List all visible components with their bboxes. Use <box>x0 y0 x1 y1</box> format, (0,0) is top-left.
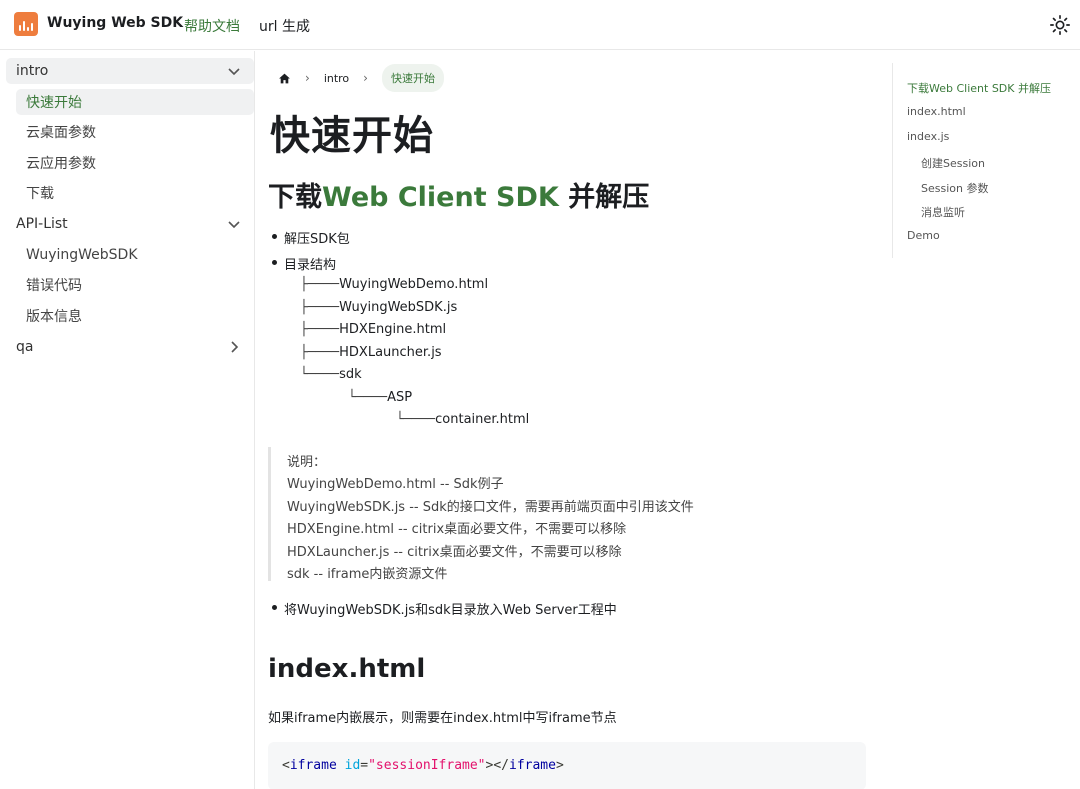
note-line: sdk -- iframe内嵌资源文件 <box>287 567 448 582</box>
chevron-down-icon[interactable] <box>226 63 242 79</box>
list-item: 将WuyingWebSDK.js和sdk目录放入Web Server工程中 <box>272 599 617 618</box>
nav-link-docs[interactable]: 帮助文档 <box>184 16 240 36</box>
sidebar-item-download[interactable]: 下载 <box>16 180 254 206</box>
toc-item[interactable]: Session 参数 <box>921 180 988 196</box>
list-item: 解压SDK包 <box>272 228 350 247</box>
sidebar-item-version-info[interactable]: 版本信息 <box>16 303 254 329</box>
section-title-prefix: 下载 <box>268 182 322 213</box>
note-line: WuyingWebDemo.html -- Sdk例子 <box>287 477 504 492</box>
tree-item: ├────WuyingWebSDK.js <box>300 300 458 315</box>
chevron-down-icon[interactable] <box>226 216 242 232</box>
section-title-suffix: 并解压 <box>558 182 650 213</box>
sidebar-item-quickstart[interactable]: 快速开始 <box>16 89 254 115</box>
chevron-right-icon: › <box>363 71 368 85</box>
note-line: WuyingWebSDK.js -- Sdk的接口文件，需要再前端页面中引用该文… <box>287 500 694 515</box>
tree-item: ├────WuyingWebDemo.html <box>300 277 489 292</box>
brand-title[interactable]: Wuying Web SDK <box>47 15 183 31</box>
section-title-download: 下载Web Client SDK 并解压 <box>268 175 649 214</box>
home-icon[interactable] <box>278 72 291 85</box>
sidebar: intro 快速开始 云桌面参数 云应用参数 下载 API-List Wuyin… <box>0 51 255 789</box>
sidebar-item-app-params[interactable]: 云应用参数 <box>16 150 254 176</box>
tree-item: └────ASP <box>348 390 413 405</box>
nav-link-url-generator[interactable]: url 生成 <box>259 16 310 36</box>
note-line: 说明： <box>287 455 327 470</box>
tree-item: ├────HDXEngine.html <box>300 322 447 337</box>
section-title-index-html: index.html <box>268 654 426 684</box>
note-line: HDXLauncher.js -- citrix桌面必要文件，不需要可以移除 <box>287 545 622 560</box>
sun-icon[interactable] <box>1049 14 1071 36</box>
toc-item[interactable]: Demo <box>907 229 940 242</box>
sidebar-category-qa[interactable]: qa <box>6 334 254 360</box>
breadcrumb-item-intro[interactable]: intro <box>324 72 349 85</box>
page-title: 快速开始 <box>270 113 434 159</box>
breadcrumb: › intro › 快速开始 <box>278 64 444 92</box>
toc-item[interactable]: 下载Web Client SDK 并解压 <box>907 80 1051 96</box>
toc-item[interactable]: index.html <box>907 105 966 118</box>
sidebar-item-error-codes[interactable]: 错误代码 <box>16 272 254 298</box>
sidebar-category-intro[interactable]: intro <box>6 58 254 84</box>
chevron-right-icon: › <box>305 71 310 85</box>
section-title-link[interactable]: Web Client SDK <box>322 182 559 213</box>
toc-item[interactable]: 消息监听 <box>921 204 965 220</box>
tree-item: └────container.html <box>396 412 530 427</box>
code-block[interactable]: <iframe id="sessionIframe"></iframe> <box>268 742 866 789</box>
paragraph: 如果iframe内嵌展示，则需要在index.html中写iframe节点 <box>268 711 617 726</box>
tree-item: ├────HDXLauncher.js <box>300 345 442 360</box>
toc-item[interactable]: 创建Session <box>921 155 985 171</box>
list-item: 目录结构 <box>271 254 336 273</box>
sidebar-category-api-list[interactable]: API-List <box>6 211 254 237</box>
top-navbar: Wuying Web SDK 帮助文档 url 生成 <box>0 0 1080 50</box>
breadcrumb-item-current: 快速开始 <box>381 64 444 92</box>
note-line: HDXEngine.html -- citrix桌面必要文件，不需要可以移除 <box>287 522 627 537</box>
sidebar-item-desktop-params[interactable]: 云桌面参数 <box>16 119 254 145</box>
chevron-right-icon[interactable] <box>226 339 242 355</box>
sidebar-item-wuyingwebsdk[interactable]: WuyingWebSDK <box>16 242 254 268</box>
note-blockquote: 说明： WuyingWebDemo.html -- Sdk例子 WuyingWe… <box>268 447 868 582</box>
logo-icon[interactable] <box>14 12 38 36</box>
tree-item: └────sdk <box>300 367 362 382</box>
table-of-contents: 下载Web Client SDK 并解压 index.html index.js… <box>892 63 1080 258</box>
toc-item[interactable]: index.js <box>907 130 949 143</box>
